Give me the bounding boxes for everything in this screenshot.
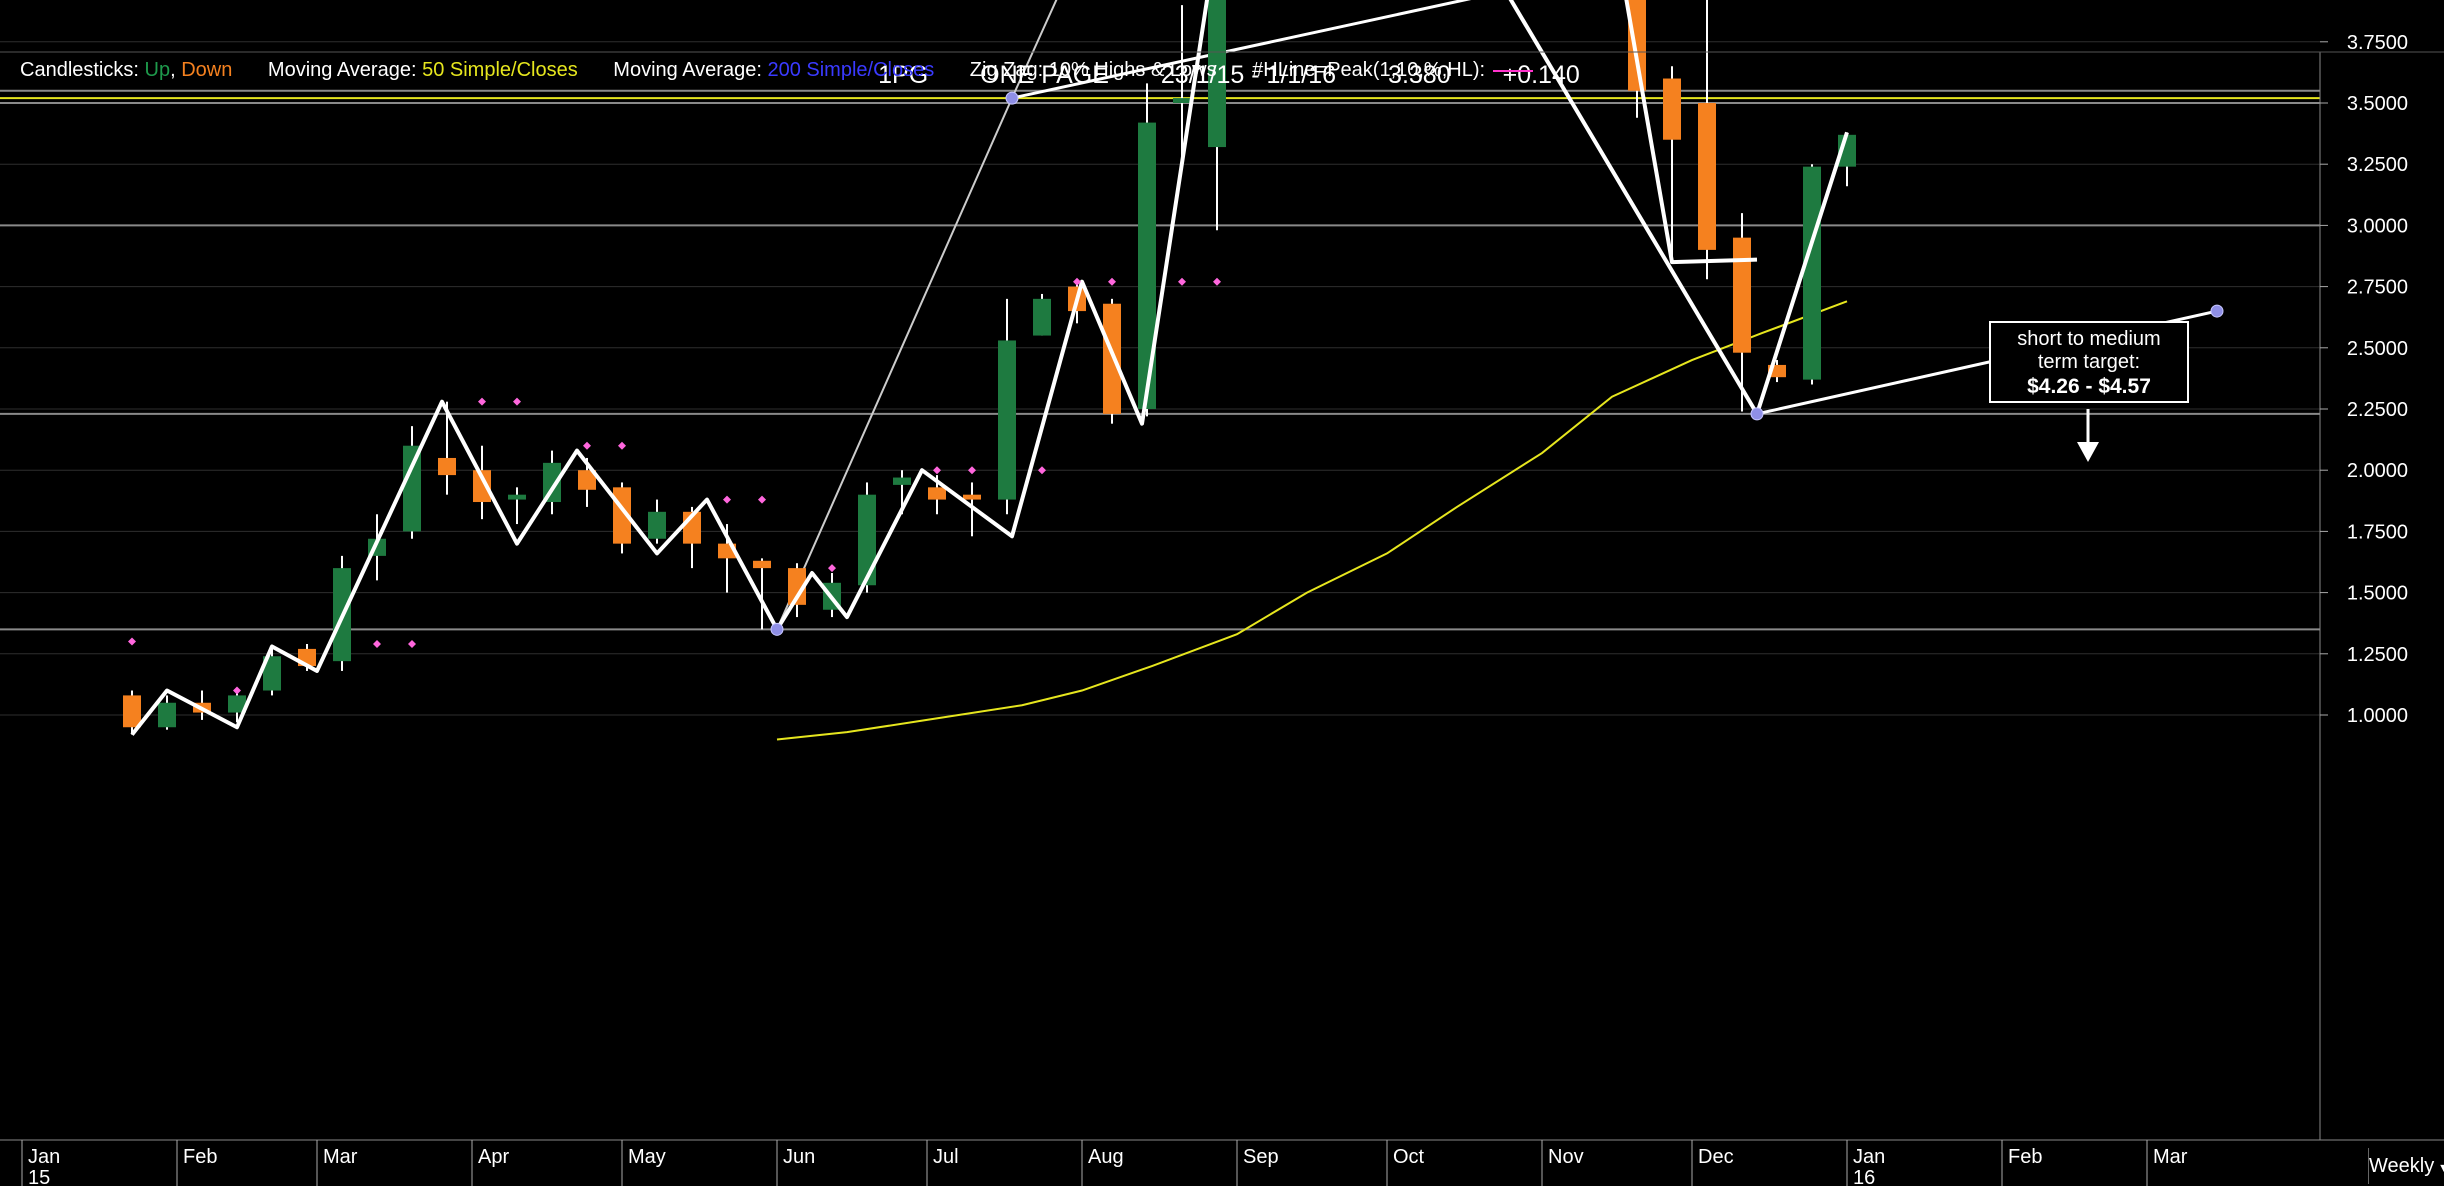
candle-body xyxy=(1138,122,1156,410)
ma50-line xyxy=(776,300,1848,741)
peak-dot xyxy=(618,441,626,450)
x-tick-label: Feb xyxy=(2008,1146,2042,1168)
x-tick-label: May xyxy=(628,1146,666,1168)
peak-dot xyxy=(233,686,241,695)
x-tick-label: Jan xyxy=(28,1146,60,1168)
peak-dot xyxy=(828,564,836,573)
legend-up: Up xyxy=(144,59,171,81)
y-tick-label: 2.0000 xyxy=(2347,460,2408,482)
peak-dot xyxy=(373,640,381,649)
candle-body xyxy=(1698,103,1716,250)
peak-dot xyxy=(128,637,136,646)
y-tick-label: 2.5000 xyxy=(2347,338,2408,360)
peak-dot xyxy=(583,441,591,450)
candle-body xyxy=(858,494,876,586)
period-selector[interactable]: Weekly ▾ xyxy=(2368,1148,2444,1184)
x-tick-label: Apr xyxy=(478,1146,509,1168)
annotation-arrow-head xyxy=(2077,442,2099,462)
y-tick-label: 2.7500 xyxy=(2347,277,2408,299)
legend-ma200[interactable]: Moving Average: 200 Simple/Closes xyxy=(613,59,934,81)
candle-body xyxy=(1103,303,1121,414)
chevron-down-icon: ▾ xyxy=(2440,1159,2444,1175)
y-tick-label: 1.7500 xyxy=(2347,521,2408,543)
candle-body xyxy=(1803,166,1821,380)
anchor-point xyxy=(1750,407,1764,421)
anchor-point xyxy=(2210,304,2224,318)
candle-body xyxy=(1033,298,1051,336)
x-tick-label: Sep xyxy=(1243,1146,1279,1168)
x-tick-label: Nov xyxy=(1548,1146,1584,1168)
candle-body xyxy=(403,445,421,532)
period-label: Weekly xyxy=(2369,1155,2435,1177)
x-tick-sublabel: 15 xyxy=(28,1167,50,1186)
chart-title: 1PG ONE PAGE 23/1/15 - 1/1/16 3.380 +0.140 xyxy=(0,0,2444,89)
x-tick-label: Aug xyxy=(1088,1146,1124,1168)
peak-dot xyxy=(408,640,416,649)
x-tick-label: Jan xyxy=(1853,1146,1885,1168)
annotation-line-2: term target: xyxy=(2038,351,2140,373)
peak-dots-layer xyxy=(128,277,1221,695)
y-tick-label: 1.0000 xyxy=(2347,705,2408,727)
x-axis-ticks: Jan15Feb Mar Apr May Jun Jul Aug Sep Oct Nov Dec Ja… xyxy=(21,1140,2188,1186)
peak-dot xyxy=(968,466,976,475)
candle-body xyxy=(928,487,946,500)
y-tick-label: 2.2500 xyxy=(2347,399,2408,421)
legend-candlesticks[interactable]: Candlesticks: Up, Down xyxy=(20,59,232,81)
peak-dot xyxy=(1038,466,1046,475)
y-tick-label: 1.5000 xyxy=(2347,583,2408,605)
target-annotation: short to medium term target: $4.26 - $4.… xyxy=(1989,321,2189,462)
peak-dot xyxy=(758,495,766,504)
x-tick-label: Mar xyxy=(323,1146,358,1168)
x-tick-label: Oct xyxy=(1393,1146,1425,1168)
indicator-legend: Candlesticks: Up, Down Moving Average: 5… xyxy=(20,54,1563,86)
annotation-line-1: short to medium xyxy=(2017,328,2160,350)
zigzag-layer xyxy=(130,0,1849,736)
candle-body xyxy=(1663,78,1681,140)
candle-body xyxy=(963,494,981,500)
candle-body xyxy=(438,457,456,476)
peak-dot xyxy=(723,495,731,504)
legend-ma50[interactable]: Moving Average: 50 Simple/Closes xyxy=(268,59,578,81)
candle-body xyxy=(893,477,911,485)
y-tick-label: 3.2500 xyxy=(2347,154,2408,176)
annotation-line-3: $4.26 - $4.57 xyxy=(2027,375,2151,398)
legend-hline[interactable]: #HLine=Peak(1,10,%,HL): xyxy=(1252,59,1534,81)
x-tick-label: Jul xyxy=(933,1146,959,1168)
anchor-point xyxy=(770,622,784,636)
peak-dot xyxy=(1178,277,1186,286)
peak-dot xyxy=(1213,277,1221,286)
hline-swatch xyxy=(1493,69,1534,72)
candles-layer xyxy=(123,0,1856,735)
candle-body xyxy=(998,340,1016,500)
peak-dot xyxy=(1108,277,1116,286)
x-tick-label: Dec xyxy=(1698,1146,1734,1168)
ma50-layer xyxy=(776,300,1848,741)
y-axis-ticks: 6.25006.00005.75005.50005.25005.00004.75… xyxy=(2320,32,2408,727)
y-tick-label: 3.5000 xyxy=(2347,93,2408,115)
x-tick-label: Mar xyxy=(2153,1146,2188,1168)
candle-body xyxy=(123,695,141,728)
candle-body xyxy=(158,702,176,728)
x-tick-label: Jun xyxy=(783,1146,815,1168)
zigzag-line xyxy=(130,0,1758,736)
price-chart[interactable]: short to medium term target: $4.26 - $4.… xyxy=(0,0,2444,1186)
candle-body xyxy=(753,560,771,569)
peak-dot xyxy=(478,397,486,406)
peak-dot xyxy=(513,397,521,406)
candle-body xyxy=(508,494,526,500)
legend-down: Down xyxy=(181,59,233,81)
axes xyxy=(0,51,2444,1141)
x-tick-label: Feb xyxy=(183,1146,217,1168)
candle-body xyxy=(1733,237,1751,353)
legend-zigzag[interactable]: Zig Zag: 10% Highs & Lows xyxy=(970,59,1217,81)
y-tick-label: 3.0000 xyxy=(2347,215,2408,237)
y-tick-label: 1.2500 xyxy=(2347,644,2408,666)
peak-dot xyxy=(933,466,941,475)
x-tick-sublabel: 16 xyxy=(1853,1167,1875,1186)
candle-body xyxy=(648,511,666,539)
